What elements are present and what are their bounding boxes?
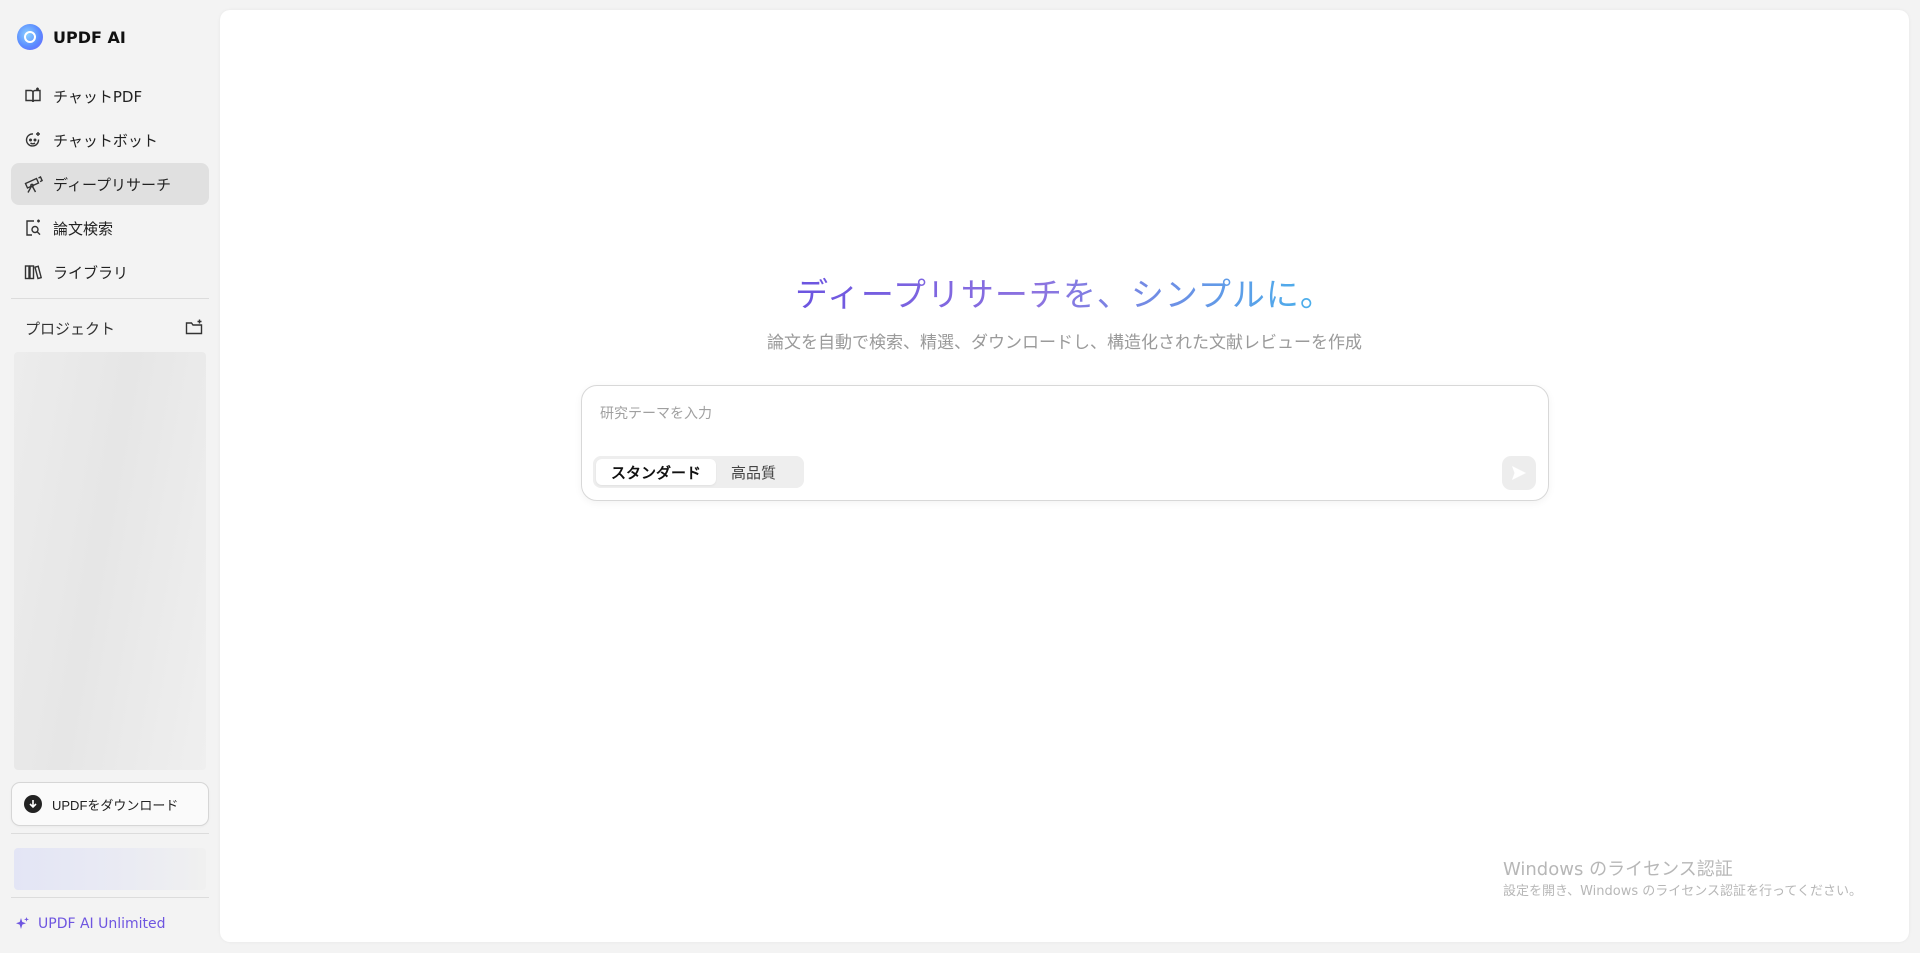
watermark-title: Windows のライセンス認証	[1503, 859, 1733, 880]
sidebar-item-label: 論文検索	[53, 219, 114, 238]
sidebar-divider	[11, 298, 209, 299]
page-title-text: ディープリサーチを、シンプルに。	[795, 275, 1334, 314]
watermark-subtitle: 設定を開き、Windows のライセンス認証を行ってください。	[1503, 884, 1862, 899]
sidebar-item-paper-search[interactable]: 論文検索	[11, 207, 209, 249]
doc-search-icon	[23, 218, 43, 238]
sidebar-item-label: チャットボット	[53, 131, 158, 150]
mode-high-quality-button[interactable]: 高品質	[718, 459, 789, 485]
book-open-icon	[23, 86, 43, 106]
project-label: プロジェクト	[25, 319, 116, 338]
unlimited-label: UPDF AI Unlimited	[38, 916, 166, 932]
project-header: プロジェクト	[11, 312, 209, 344]
sidebar-divider	[11, 897, 209, 898]
sidebar-item-label: ディープリサーチ	[53, 175, 172, 194]
sidebar-item-chat-pdf[interactable]: チャットPDF	[11, 75, 209, 117]
library-books-icon	[23, 262, 43, 282]
sidebar-item-chatbot[interactable]: チャットボット	[11, 119, 209, 161]
download-updf-button[interactable]: UPDFをダウンロード	[11, 782, 209, 826]
sidebar-item-deep-research[interactable]: ディープリサーチ	[11, 163, 209, 205]
windows-activation-watermark: Windows のライセンス認証 設定を開き、Windows のライセンス認証を…	[1503, 858, 1862, 902]
sidebar-item-library[interactable]: ライブラリ	[11, 251, 209, 293]
page-title: ディープリサーチを、シンプルに。	[220, 268, 1909, 316]
sidebar-nav: チャットPDF チャットボット ディープリサーチ 論文検索 ライブラリ	[11, 75, 209, 295]
telescope-icon	[23, 174, 43, 194]
folder-add-icon	[185, 319, 203, 335]
account-area[interactable]	[14, 848, 206, 890]
sidebar: UPDF AI チャットPDF チャットボット ディープリサーチ 論文検索 ライ…	[0, 0, 220, 953]
send-icon	[1512, 466, 1526, 480]
page-subtitle: 論文を自動で検索、精選、ダウンロードし、構造化された文献レビューを作成	[767, 333, 1362, 353]
chatbot-face-icon	[23, 130, 43, 150]
brand[interactable]: UPDF AI	[17, 24, 126, 50]
new-project-button[interactable]	[181, 315, 207, 341]
send-button[interactable]	[1502, 456, 1536, 490]
download-icon	[24, 795, 42, 813]
main-panel: ディープリサーチを、シンプルに。 論文を自動で検索、精選、ダウンロードし、構造化…	[220, 10, 1909, 942]
sidebar-divider	[11, 833, 209, 834]
upgrade-unlimited-link[interactable]: UPDF AI Unlimited	[14, 912, 166, 936]
app-name: UPDF AI	[53, 27, 126, 47]
updf-logo-icon	[17, 24, 43, 50]
research-topic-input[interactable]	[598, 400, 1528, 428]
research-composer: スタンダード 高品質	[581, 385, 1549, 501]
sidebar-item-label: チャットPDF	[53, 87, 143, 106]
sidebar-item-label: ライブラリ	[53, 263, 129, 282]
mode-standard-button[interactable]: スタンダード	[596, 459, 716, 485]
download-label: UPDFをダウンロード	[52, 797, 179, 813]
quality-mode-toggle: スタンダード 高品質	[593, 456, 804, 488]
sparkle-icon	[16, 917, 29, 929]
project-list[interactable]	[14, 352, 206, 770]
